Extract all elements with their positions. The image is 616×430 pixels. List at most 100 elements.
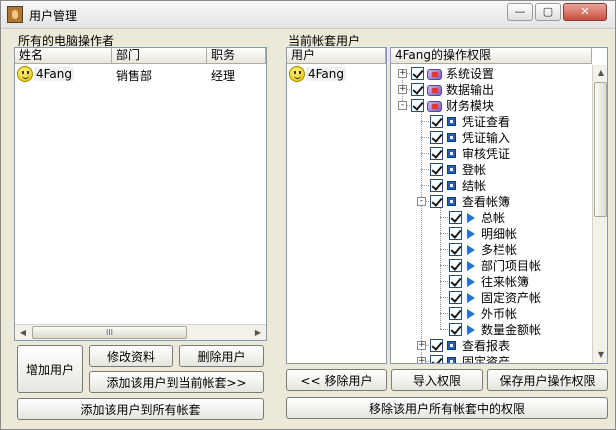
permission-checkbox[interactable]	[430, 163, 443, 176]
permission-tree-item[interactable]: 审核凭证	[391, 146, 591, 163]
permission-checkbox[interactable]	[430, 355, 443, 363]
user-management-window: 用户管理 — ▢ ✕ 所有的电脑操作者 姓名 部门 职务 4Fang 销售部 经…	[0, 0, 616, 430]
add-user-button[interactable]: 增加用户	[17, 345, 83, 393]
permission-checkbox[interactable]	[411, 83, 424, 96]
import-permissions-button[interactable]: 导入权限	[391, 369, 483, 391]
permission-tree-item[interactable]: 总帐	[391, 210, 591, 227]
permission-tree-item[interactable]: 部门项目帐	[391, 258, 591, 275]
triangle-icon	[467, 245, 475, 255]
permission-checkbox[interactable]	[449, 211, 462, 224]
triangle-icon	[467, 229, 475, 239]
collapse-icon[interactable]: -	[417, 197, 426, 206]
permission-tree-item[interactable]: 登帐	[391, 162, 591, 179]
delete-user-button[interactable]: 删除用户	[179, 345, 264, 367]
permission-checkbox[interactable]	[411, 99, 424, 112]
expand-icon[interactable]: +	[398, 85, 407, 94]
permissions-tree[interactable]: 4Fang的操作权限 + 系统设置 + 数据输出 - 财务模块凭证查看 凭证输入 审核凭证登帐…	[390, 47, 608, 364]
operator-name-cell[interactable]: 4Fang	[34, 67, 75, 81]
maximize-button[interactable]: ▢	[535, 3, 561, 21]
permission-tree-item[interactable]: + 系统设置	[391, 66, 591, 83]
permission-tree-item[interactable]: 数量金额帐	[391, 322, 591, 339]
permission-checkbox[interactable]	[449, 291, 462, 304]
permission-checkbox[interactable]	[449, 259, 462, 272]
permission-tree-item[interactable]: 固定资产帐	[391, 290, 591, 307]
permissions-scroll-thumb[interactable]	[594, 82, 607, 217]
permission-label: 审核凭证	[462, 147, 511, 161]
scroll-left-arrow-icon[interactable]: ◀	[15, 325, 31, 340]
edit-info-button[interactable]: 修改资料	[89, 345, 173, 367]
permission-checkbox[interactable]	[449, 323, 462, 336]
expand-icon[interactable]: +	[417, 357, 426, 363]
permission-checkbox[interactable]	[430, 195, 443, 208]
permission-tree-item[interactable]: 明细帐	[391, 226, 591, 243]
permission-label: 固定资产帐	[481, 291, 542, 305]
permission-checkbox[interactable]	[411, 67, 424, 80]
permission-checkbox[interactable]	[449, 307, 462, 320]
permission-checkbox[interactable]	[430, 339, 443, 352]
scroll-down-arrow-icon[interactable]: ▼	[593, 347, 607, 362]
remove-all-permissions-button[interactable]: 移除该用户所有帐套中的权限	[286, 397, 608, 419]
minimize-button[interactable]: —	[507, 3, 533, 21]
operators-list[interactable]: 姓名 部门 职务 4Fang 销售部 经理 ◀ III ▶	[14, 47, 267, 341]
permission-tree-item[interactable]: 多栏帐	[391, 242, 591, 259]
permission-tree-item[interactable]: 凭证查看	[391, 114, 591, 131]
square-icon	[447, 181, 456, 190]
column-header-user[interactable]: 用户	[287, 48, 386, 64]
permission-checkbox[interactable]	[430, 179, 443, 192]
permission-tree-item[interactable]: - 财务模块	[391, 98, 591, 115]
triangle-icon	[467, 325, 475, 335]
operators-scroll-thumb[interactable]: III	[32, 326, 187, 339]
title-bar[interactable]: 用户管理 — ▢ ✕	[1, 1, 615, 29]
column-header-department[interactable]: 部门	[112, 48, 207, 64]
permission-tree-item[interactable]: + 查看报表	[391, 338, 591, 355]
permission-label: 数量金额帐	[481, 323, 542, 337]
permissions-header: 4Fang的操作权限	[391, 48, 592, 64]
operator-position-cell[interactable]: 经理	[211, 67, 235, 84]
add-to-all-accounts-button[interactable]: 添加该用户到所有帐套	[17, 398, 264, 420]
permission-label: 财务模块	[446, 99, 495, 113]
permission-tree-item[interactable]: - 查看帐簿	[391, 194, 591, 211]
save-permissions-button[interactable]: 保存用户操作权限	[487, 369, 608, 391]
permission-checkbox[interactable]	[449, 275, 462, 288]
close-button[interactable]: ✕	[563, 3, 607, 21]
expand-icon[interactable]: +	[398, 69, 407, 78]
scroll-right-arrow-icon[interactable]: ▶	[250, 325, 266, 340]
permission-tree-item[interactable]: + 固定资产	[391, 354, 591, 363]
permission-tree-item[interactable]: 凭证输入	[391, 130, 591, 147]
permission-label: 查看报表	[462, 339, 511, 353]
permission-tree-item[interactable]: 外币帐	[391, 306, 591, 323]
triangle-icon	[467, 213, 475, 223]
current-user-item[interactable]: 4Fang	[306, 67, 347, 81]
permission-label: 系统设置	[446, 67, 495, 81]
permission-label: 查看帐簿	[462, 195, 511, 209]
permission-label: 凭证查看	[462, 115, 511, 129]
permission-label: 登帐	[462, 163, 487, 177]
permission-label: 外币帐	[481, 307, 518, 321]
current-user-smiley-icon	[289, 66, 305, 82]
permission-checkbox[interactable]	[430, 115, 443, 128]
permission-tree-item[interactable]: 往来帐簿	[391, 274, 591, 291]
permissions-tree-body[interactable]: + 系统设置 + 数据输出 - 财务模块凭证查看 凭证输入 审核凭证登帐 结帐 - 查看帐簿 总帐 明细…	[391, 65, 592, 363]
permission-label: 固定资产	[462, 355, 511, 363]
column-header-position[interactable]: 职务	[207, 48, 266, 64]
module-icon	[427, 101, 442, 112]
current-users-list[interactable]: 用户 4Fang	[286, 47, 387, 364]
operator-department-cell[interactable]: 销售部	[116, 67, 152, 84]
operators-horizontal-scrollbar[interactable]: ◀ III ▶	[15, 324, 266, 340]
permission-tree-item[interactable]: 结帐	[391, 178, 591, 195]
collapse-icon[interactable]: -	[398, 101, 407, 110]
permission-tree-item[interactable]: + 数据输出	[391, 82, 591, 99]
remove-user-button[interactable]: << 移除用户	[286, 369, 387, 391]
permission-label: 数据输出	[446, 83, 495, 97]
permissions-vertical-scrollbar[interactable]: ▲ ▼	[592, 65, 607, 363]
scroll-up-arrow-icon[interactable]: ▲	[593, 65, 607, 80]
expand-icon[interactable]: +	[417, 341, 426, 350]
permission-checkbox[interactable]	[430, 131, 443, 144]
permission-checkbox[interactable]	[449, 227, 462, 240]
permission-checkbox[interactable]	[449, 243, 462, 256]
permission-checkbox[interactable]	[430, 147, 443, 160]
square-icon	[447, 117, 456, 126]
column-header-name[interactable]: 姓名	[15, 48, 112, 64]
add-to-current-account-button[interactable]: 添加该用户到当前帐套>>	[89, 371, 264, 393]
square-icon	[447, 133, 456, 142]
